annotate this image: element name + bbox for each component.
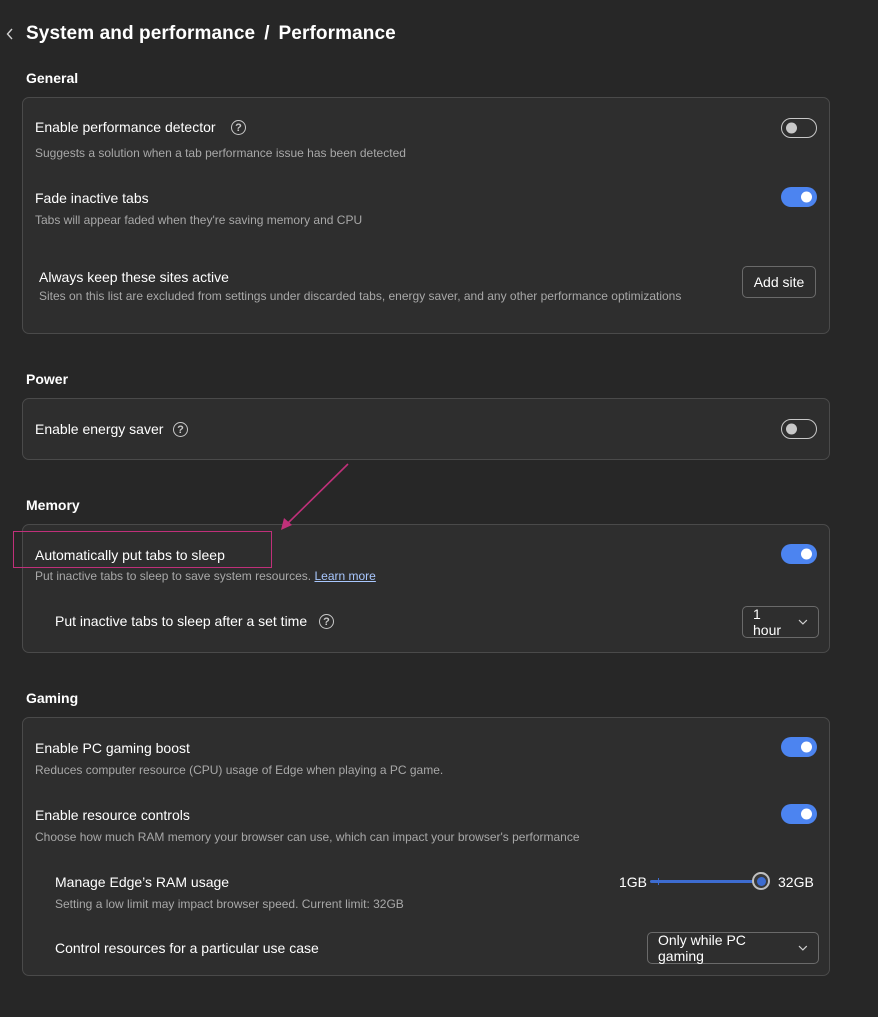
performance-detector-toggle[interactable] xyxy=(781,118,817,138)
use-case-row: Control resources for a particular use c… xyxy=(23,919,829,977)
annotation-arrow-icon xyxy=(281,463,349,530)
sleep-tabs-toggle[interactable] xyxy=(781,544,817,564)
use-case-dropdown[interactable]: Only while PC gaming xyxy=(647,932,819,964)
chevron-down-icon xyxy=(798,945,808,951)
chevron-left-icon xyxy=(6,28,13,40)
keep-active-desc: Sites on this list are excluded from set… xyxy=(39,289,682,303)
chevron-down-icon xyxy=(798,619,808,625)
sleep-after-dropdown[interactable]: 1 hour xyxy=(742,606,819,638)
gaming-boost-toggle[interactable] xyxy=(781,737,817,757)
power-card: Enable energy saver ? xyxy=(22,398,830,460)
ram-max-label: 32GB xyxy=(778,874,814,890)
resource-controls-label: Enable resource controls xyxy=(35,807,190,823)
ram-slider[interactable] xyxy=(650,872,770,890)
help-circle-icon[interactable]: ? xyxy=(319,614,334,629)
gaming-boost-label: Enable PC gaming boost xyxy=(35,740,190,756)
help-circle-icon[interactable]: ? xyxy=(231,120,246,135)
energy-saver-row: Enable energy saver ? xyxy=(23,399,829,461)
fade-tabs-label: Fade inactive tabs xyxy=(35,190,149,206)
sleep-after-value: 1 hour xyxy=(753,606,782,638)
general-card: Enable performance detector ? Suggests a… xyxy=(22,97,830,334)
section-title-memory: Memory xyxy=(26,497,80,513)
ram-usage-desc: Setting a low limit may impact browser s… xyxy=(55,897,404,911)
gaming-boost-row: Enable PC gaming boost Reduces computer … xyxy=(23,718,829,785)
help-circle-icon[interactable]: ? xyxy=(173,422,188,437)
back-button[interactable] xyxy=(0,18,20,50)
gaming-card: Enable PC gaming boost Reduces computer … xyxy=(22,717,830,976)
add-site-button[interactable]: Add site xyxy=(742,266,816,298)
ram-usage-row: Manage Edge’s RAM usage Setting a low li… xyxy=(23,852,829,919)
performance-detector-desc: Suggests a solution when a tab performan… xyxy=(35,146,406,160)
sleep-tabs-desc-text: Put inactive tabs to sleep to save syste… xyxy=(35,569,312,583)
ram-slider-track[interactable] xyxy=(650,880,761,883)
breadcrumb-separator: / xyxy=(264,23,270,44)
sleep-after-label: Put inactive tabs to sleep after a set t… xyxy=(55,613,308,629)
section-title-power: Power xyxy=(26,371,69,387)
keep-active-row: Always keep these sites active Sites on … xyxy=(23,238,829,335)
page-title: Performance xyxy=(278,23,396,44)
energy-saver-toggle[interactable] xyxy=(781,419,817,439)
section-title-general: General xyxy=(26,70,79,86)
resource-controls-toggle[interactable] xyxy=(781,804,817,824)
resource-controls-row: Enable resource controls Choose how much… xyxy=(23,785,829,852)
gaming-boost-desc: Reduces computer resource (CPU) usage of… xyxy=(35,763,444,777)
fade-tabs-row: Fade inactive tabs Tabs will appear fade… xyxy=(23,168,829,238)
sleep-tabs-desc: Put inactive tabs to sleep to save syste… xyxy=(35,569,376,583)
breadcrumb-parent[interactable]: System and performance xyxy=(26,23,255,45)
page-header: System and performance / Performance xyxy=(0,18,396,50)
ram-slider-thumb[interactable] xyxy=(752,872,770,890)
learn-more-link[interactable]: Learn more xyxy=(314,569,375,583)
annotation-highlight-box xyxy=(13,531,272,568)
fade-tabs-desc: Tabs will appear faded when they're savi… xyxy=(35,213,363,227)
keep-active-label: Always keep these sites active xyxy=(39,269,229,285)
ram-min-label: 1GB xyxy=(619,874,648,890)
energy-saver-label: Enable energy saver xyxy=(35,421,164,437)
performance-detector-label: Enable performance detector xyxy=(35,119,216,135)
ram-slider-tick xyxy=(658,878,659,885)
fade-tabs-toggle[interactable] xyxy=(781,187,817,207)
resource-controls-desc: Choose how much RAM memory your browser … xyxy=(35,830,580,844)
use-case-value: Only while PC gaming xyxy=(658,932,746,964)
sleep-after-row: Put inactive tabs to sleep after a set t… xyxy=(23,595,829,654)
performance-detector-row: Enable performance detector ? Suggests a… xyxy=(23,98,829,168)
section-title-gaming: Gaming xyxy=(26,690,79,706)
use-case-label: Control resources for a particular use c… xyxy=(55,940,319,956)
ram-usage-label: Manage Edge’s RAM usage xyxy=(55,874,230,890)
